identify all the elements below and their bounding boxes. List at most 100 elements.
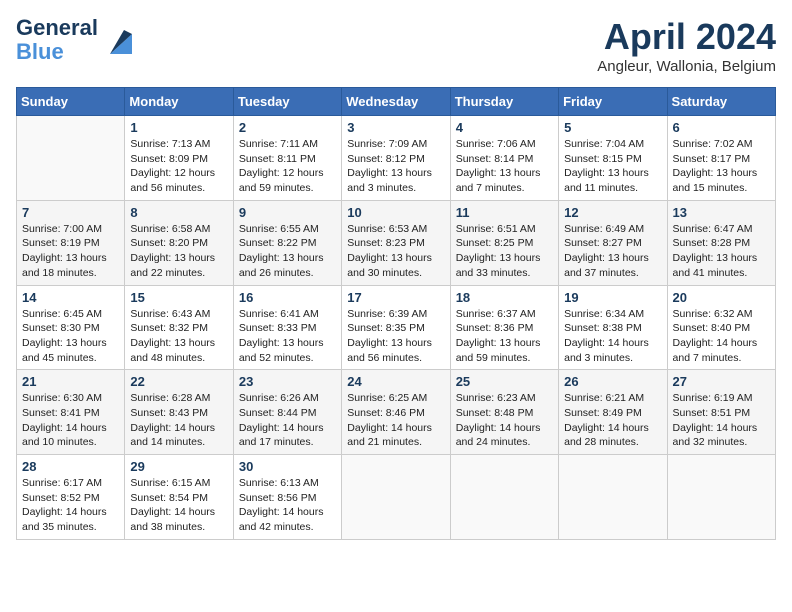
cell-info: Sunrise: 6:47 AMSunset: 8:28 PMDaylight:…: [673, 222, 770, 281]
cell-info: Sunrise: 6:37 AMSunset: 8:36 PMDaylight:…: [456, 307, 553, 366]
day-number: 24: [347, 374, 444, 389]
cell-info: Sunrise: 6:30 AMSunset: 8:41 PMDaylight:…: [22, 391, 119, 450]
cell-info: Sunrise: 6:13 AMSunset: 8:56 PMDaylight:…: [239, 476, 336, 535]
cell-info: Sunrise: 7:06 AMSunset: 8:14 PMDaylight:…: [456, 137, 553, 196]
month-title: April 2024: [597, 16, 776, 58]
calendar-cell: 12 Sunrise: 6:49 AMSunset: 8:27 PMDayligh…: [559, 200, 667, 285]
day-number: 30: [239, 459, 336, 474]
cell-info: Sunrise: 6:41 AMSunset: 8:33 PMDaylight:…: [239, 307, 336, 366]
cell-info: Sunrise: 6:58 AMSunset: 8:20 PMDaylight:…: [130, 222, 227, 281]
location-subtitle: Angleur, Wallonia, Belgium: [597, 58, 776, 75]
calendar-cell: 28 Sunrise: 6:17 AMSunset: 8:52 PMDayligh…: [17, 455, 125, 540]
calendar-cell: [342, 455, 450, 540]
day-header: Friday: [559, 88, 667, 116]
cell-info: Sunrise: 6:39 AMSunset: 8:35 PMDaylight:…: [347, 307, 444, 366]
logo-icon: [100, 26, 132, 54]
calendar-cell: 10 Sunrise: 6:53 AMSunset: 8:23 PMDayligh…: [342, 200, 450, 285]
calendar-cell: 18 Sunrise: 6:37 AMSunset: 8:36 PMDayligh…: [450, 285, 558, 370]
day-number: 27: [673, 374, 770, 389]
calendar-cell: [559, 455, 667, 540]
calendar-cell: 11 Sunrise: 6:51 AMSunset: 8:25 PMDayligh…: [450, 200, 558, 285]
title-block: April 2024 Angleur, Wallonia, Belgium: [597, 16, 776, 75]
cell-info: Sunrise: 6:34 AMSunset: 8:38 PMDaylight:…: [564, 307, 661, 366]
day-number: 8: [130, 205, 227, 220]
cell-info: Sunrise: 6:51 AMSunset: 8:25 PMDaylight:…: [456, 222, 553, 281]
cell-info: Sunrise: 6:19 AMSunset: 8:51 PMDaylight:…: [673, 391, 770, 450]
day-number: 11: [456, 205, 553, 220]
cell-info: Sunrise: 6:49 AMSunset: 8:27 PMDaylight:…: [564, 222, 661, 281]
calendar-cell: 3 Sunrise: 7:09 AMSunset: 8:12 PMDaylight…: [342, 116, 450, 201]
calendar-cell: 16 Sunrise: 6:41 AMSunset: 8:33 PMDayligh…: [233, 285, 341, 370]
cell-info: Sunrise: 6:32 AMSunset: 8:40 PMDaylight:…: [673, 307, 770, 366]
day-number: 29: [130, 459, 227, 474]
day-number: 3: [347, 120, 444, 135]
calendar-cell: [667, 455, 775, 540]
calendar-cell: 26 Sunrise: 6:21 AMSunset: 8:49 PMDayligh…: [559, 370, 667, 455]
calendar-cell: [450, 455, 558, 540]
cell-info: Sunrise: 7:00 AMSunset: 8:19 PMDaylight:…: [22, 222, 119, 281]
calendar-cell: 1 Sunrise: 7:13 AMSunset: 8:09 PMDaylight…: [125, 116, 233, 201]
day-number: 12: [564, 205, 661, 220]
day-number: 1: [130, 120, 227, 135]
calendar-cell: 2 Sunrise: 7:11 AMSunset: 8:11 PMDaylight…: [233, 116, 341, 201]
cell-info: Sunrise: 6:53 AMSunset: 8:23 PMDaylight:…: [347, 222, 444, 281]
cell-info: Sunrise: 6:43 AMSunset: 8:32 PMDaylight:…: [130, 307, 227, 366]
day-header: Wednesday: [342, 88, 450, 116]
cell-info: Sunrise: 7:13 AMSunset: 8:09 PMDaylight:…: [130, 137, 227, 196]
day-number: 4: [456, 120, 553, 135]
calendar-cell: 7 Sunrise: 7:00 AMSunset: 8:19 PMDaylight…: [17, 200, 125, 285]
calendar-cell: 27 Sunrise: 6:19 AMSunset: 8:51 PMDayligh…: [667, 370, 775, 455]
day-number: 6: [673, 120, 770, 135]
calendar-cell: [17, 116, 125, 201]
day-number: 10: [347, 205, 444, 220]
calendar-cell: 24Sunrise: 6:25 AMSunset: 8:46 PMDayligh…: [342, 370, 450, 455]
cell-info: Sunrise: 6:55 AMSunset: 8:22 PMDaylight:…: [239, 222, 336, 281]
cell-info: Sunrise: 6:28 AMSunset: 8:43 PMDaylight:…: [130, 391, 227, 450]
calendar-cell: 9Sunrise: 6:55 AMSunset: 8:22 PMDaylight…: [233, 200, 341, 285]
day-number: 7: [22, 205, 119, 220]
calendar-cell: 6 Sunrise: 7:02 AMSunset: 8:17 PMDaylight…: [667, 116, 775, 201]
calendar-cell: 21 Sunrise: 6:30 AMSunset: 8:41 PMDayligh…: [17, 370, 125, 455]
cell-info: Sunrise: 6:15 AMSunset: 8:54 PMDaylight:…: [130, 476, 227, 535]
day-number: 26: [564, 374, 661, 389]
cell-info: Sunrise: 7:02 AMSunset: 8:17 PMDaylight:…: [673, 137, 770, 196]
day-number: 14: [22, 290, 119, 305]
day-number: 22: [130, 374, 227, 389]
day-header: Tuesday: [233, 88, 341, 116]
day-number: 23: [239, 374, 336, 389]
day-header: Saturday: [667, 88, 775, 116]
calendar-cell: 4 Sunrise: 7:06 AMSunset: 8:14 PMDaylight…: [450, 116, 558, 201]
day-number: 5: [564, 120, 661, 135]
day-header: Monday: [125, 88, 233, 116]
calendar-cell: 15 Sunrise: 6:43 AMSunset: 8:32 PMDayligh…: [125, 285, 233, 370]
page-header: GeneralBlue April 2024 Angleur, Wallonia…: [16, 16, 776, 75]
day-number: 16: [239, 290, 336, 305]
day-number: 18: [456, 290, 553, 305]
cell-info: Sunrise: 7:11 AMSunset: 8:11 PMDaylight:…: [239, 137, 336, 196]
calendar-cell: 20 Sunrise: 6:32 AMSunset: 8:40 PMDayligh…: [667, 285, 775, 370]
day-number: 21: [22, 374, 119, 389]
day-number: 19: [564, 290, 661, 305]
cell-info: Sunrise: 6:26 AMSunset: 8:44 PMDaylight:…: [239, 391, 336, 450]
day-number: 2: [239, 120, 336, 135]
logo-text: GeneralBlue: [16, 16, 98, 64]
calendar-cell: 29 Sunrise: 6:15 AMSunset: 8:54 PMDayligh…: [125, 455, 233, 540]
day-number: 15: [130, 290, 227, 305]
cell-info: Sunrise: 6:21 AMSunset: 8:49 PMDaylight:…: [564, 391, 661, 450]
calendar-cell: 5 Sunrise: 7:04 AMSunset: 8:15 PMDaylight…: [559, 116, 667, 201]
cell-info: Sunrise: 6:23 AMSunset: 8:48 PMDaylight:…: [456, 391, 553, 450]
day-number: 28: [22, 459, 119, 474]
day-number: 13: [673, 205, 770, 220]
day-number: 20: [673, 290, 770, 305]
day-number: 25: [456, 374, 553, 389]
calendar-cell: 22 Sunrise: 6:28 AMSunset: 8:43 PMDayligh…: [125, 370, 233, 455]
cell-info: Sunrise: 7:09 AMSunset: 8:12 PMDaylight:…: [347, 137, 444, 196]
day-number: 17: [347, 290, 444, 305]
logo: GeneralBlue: [16, 16, 132, 64]
calendar-cell: 30 Sunrise: 6:13 AMSunset: 8:56 PMDayligh…: [233, 455, 341, 540]
cell-info: Sunrise: 6:17 AMSunset: 8:52 PMDaylight:…: [22, 476, 119, 535]
calendar-cell: 13 Sunrise: 6:47 AMSunset: 8:28 PMDayligh…: [667, 200, 775, 285]
calendar-cell: 19 Sunrise: 6:34 AMSunset: 8:38 PMDayligh…: [559, 285, 667, 370]
cell-info: Sunrise: 7:04 AMSunset: 8:15 PMDaylight:…: [564, 137, 661, 196]
calendar-table: SundayMondayTuesdayWednesdayThursdayFrid…: [16, 87, 776, 540]
